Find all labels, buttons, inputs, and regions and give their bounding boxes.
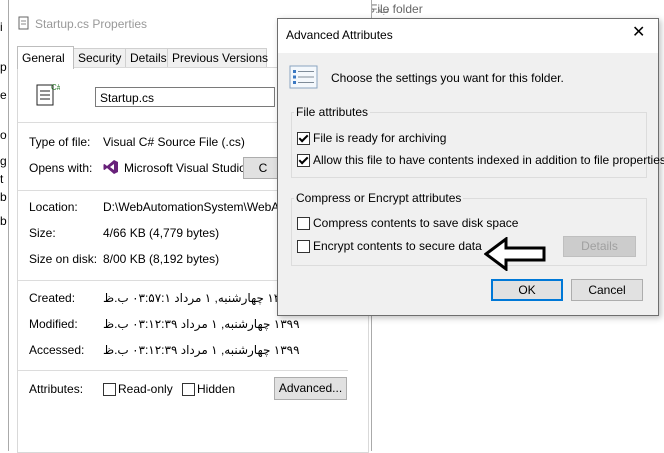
size-on-disk-label: Size on disk: (29, 252, 98, 266)
accessed-value: ۱۳۹۹ چهارشنبه, ۱ مرداد ۰۳:۱۲:۳۹ ب.ظ (103, 343, 300, 357)
encrypt-label: Encrypt contents to secure data (313, 239, 482, 253)
hidden-checkbox[interactable] (182, 383, 195, 396)
modified-label: Modified: (29, 317, 78, 331)
dialog-body (278, 53, 658, 315)
index-checkbox[interactable] (297, 154, 310, 167)
size-value: 4/66 KB (4,779 bytes) (103, 226, 220, 240)
advanced-button[interactable]: Advanced... (274, 377, 347, 400)
dialog-intro-text: Choose the settings you want for this fo… (331, 71, 564, 85)
size-label: Size: (29, 226, 56, 240)
attributes-label: Attributes: (29, 382, 84, 396)
background-list-text: o (0, 128, 7, 142)
location-label: Location: (29, 200, 78, 214)
read-only-label: Read-only (118, 382, 173, 396)
visual-studio-icon (103, 160, 118, 174)
index-label: Allow this file to have contents indexed… (313, 153, 664, 167)
divider (18, 370, 348, 371)
svg-text:C#: C# (51, 83, 60, 92)
size-on-disk-value: 8/00 KB (8,192 bytes) (103, 252, 220, 266)
file-attributes-group (291, 112, 647, 178)
compress-label: Compress contents to save disk space (313, 216, 519, 230)
tab-general[interactable]: General (17, 46, 74, 69)
pointer-arrow-icon (484, 237, 546, 271)
background-list-text: i (0, 20, 3, 34)
hidden-label: Hidden (197, 382, 236, 396)
opens-with-value: Microsoft Visual Studio . (124, 161, 253, 175)
tab-previous-versions[interactable]: Previous Versions (167, 48, 268, 68)
encrypt-checkbox[interactable] (297, 240, 310, 253)
window-title: Startup.cs Properties (35, 17, 148, 31)
file-name-field[interactable]: Startup.cs (95, 87, 275, 107)
type-value: Visual C# Source File (.cs) (103, 135, 245, 149)
archive-checkbox[interactable] (297, 132, 310, 145)
cancel-button[interactable]: Cancel (571, 279, 643, 301)
location-value: D:\WebAutomationSystem\WebAuto (103, 200, 296, 214)
csharp-file-icon: C# (36, 83, 60, 106)
background-list-text: b (0, 190, 7, 204)
dialog-title: Advanced Attributes (286, 28, 393, 42)
file-attributes-legend: File attributes (294, 105, 371, 119)
background-list-text: e (0, 88, 7, 102)
background-list-text: g (0, 154, 7, 168)
read-only-checkbox[interactable] (103, 383, 116, 396)
created-label: Created: (29, 291, 76, 305)
modified-value: ۱۳۹۹ چهارشنبه, ۱ مرداد ۰۳:۱۲:۳۹ ب.ظ (103, 317, 300, 331)
background-list-text: p (0, 60, 7, 74)
settings-list-icon (289, 65, 318, 89)
document-icon (18, 16, 29, 30)
close-icon[interactable]: ✕ (632, 25, 645, 41)
background-list-text: t (0, 172, 4, 186)
background-list-text: b (0, 214, 7, 228)
type-label: Type of file: (29, 135, 91, 149)
ok-button[interactable]: OK (491, 279, 563, 301)
created-value: ۱۳۹۹ چهارشنبه, ۱ مرداد ۰۳:۵۷:۱ ب.ظ (103, 291, 293, 305)
background-type-text: File folder (370, 2, 423, 16)
archive-label: File is ready for archiving (313, 131, 447, 145)
compress-checkbox[interactable] (297, 217, 310, 230)
compress-encrypt-legend: Compress or Encrypt attributes (294, 191, 464, 205)
details-button[interactable]: Details (563, 236, 636, 257)
tab-details[interactable]: Details (125, 48, 168, 68)
accessed-label: Accessed: (29, 343, 85, 357)
tab-security[interactable]: Security (73, 48, 126, 68)
opens-with-label: Opens with: (29, 161, 93, 175)
